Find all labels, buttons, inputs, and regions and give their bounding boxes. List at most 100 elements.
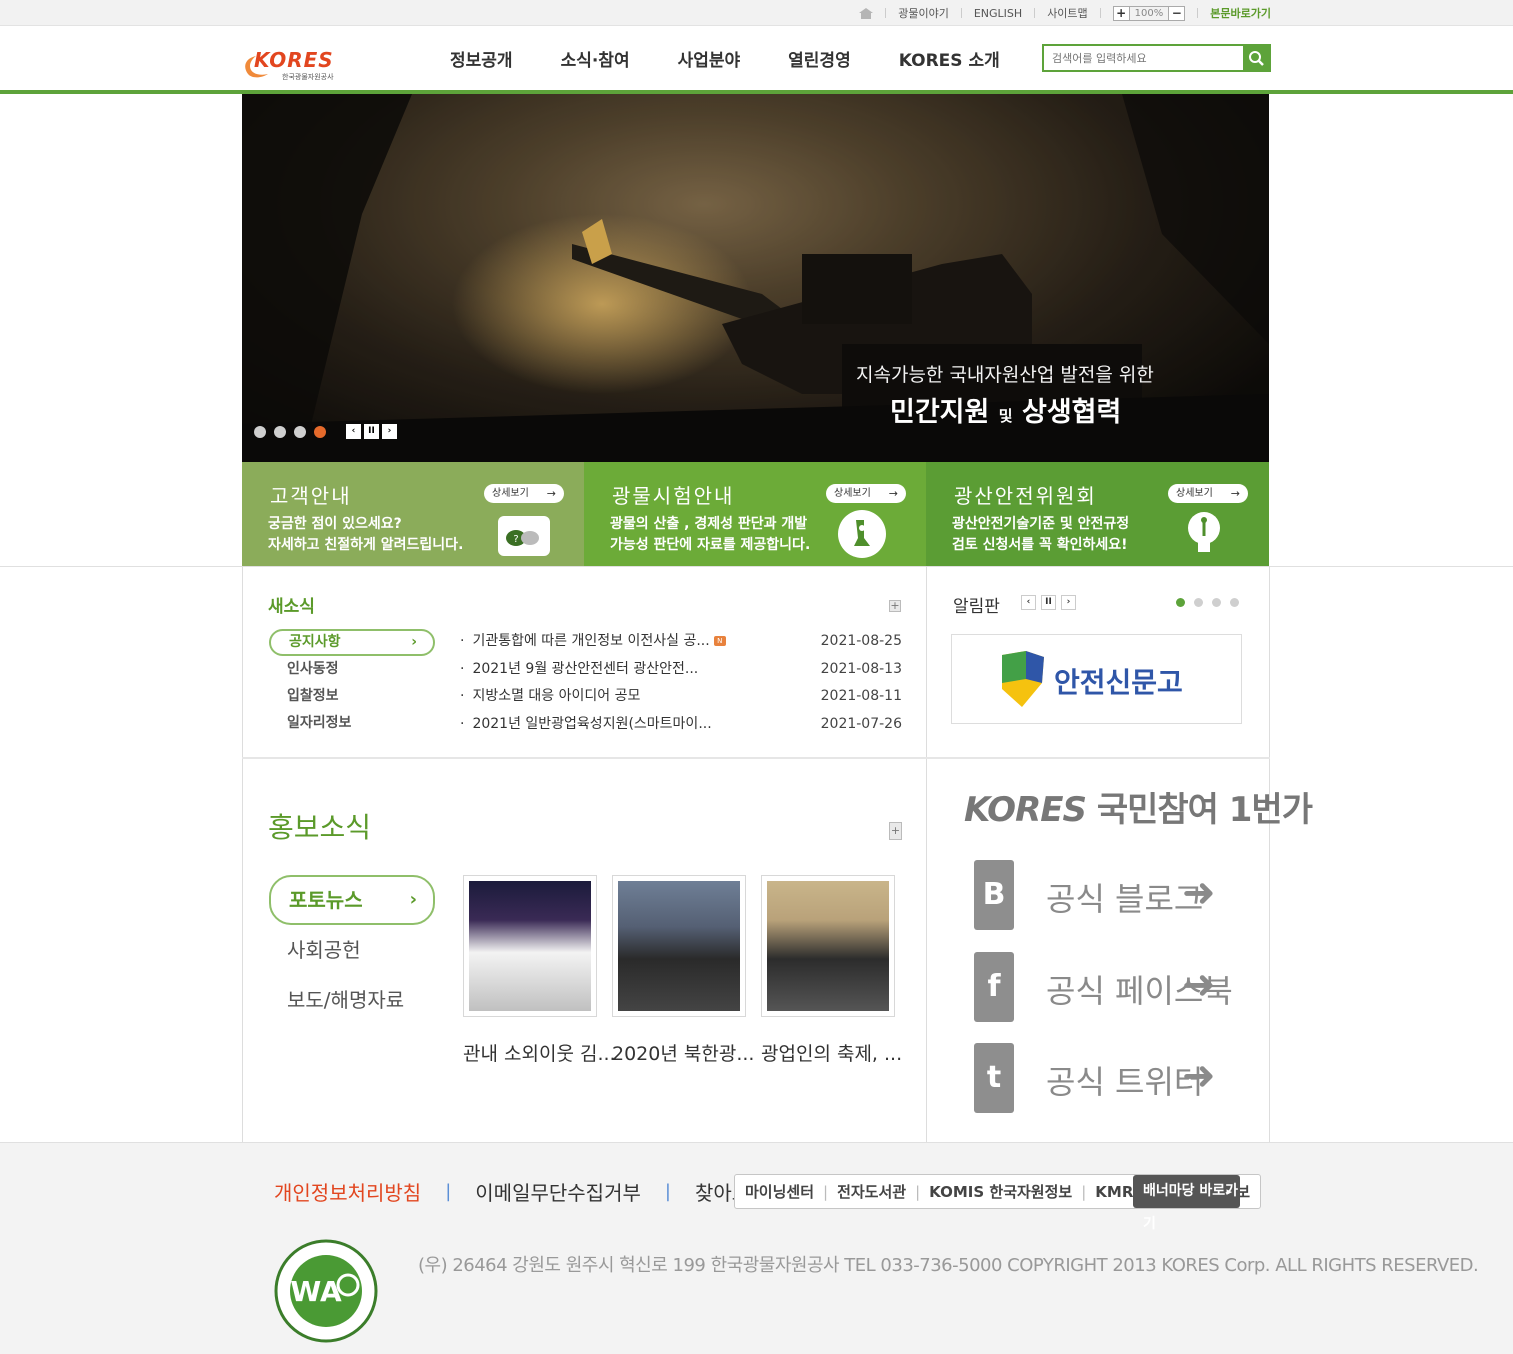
zoom-out-button[interactable]: −: [1168, 5, 1186, 21]
sns-twitter-link[interactable]: t 공식 트위터 ➜: [974, 1043, 1234, 1113]
banner-customer[interactable]: 고객안내 상세보기 궁금한 점이 있으세요?자세하고 친절하게 알려드립니다. …: [242, 462, 584, 566]
banner-plaza-button[interactable]: 배너마당 바로가기: [1133, 1175, 1240, 1232]
photo-caption[interactable]: 광업인의 축제, ...: [761, 1039, 902, 1066]
sns-blog-link[interactable]: B 공식 블로그 ➜: [974, 860, 1234, 930]
sns-label: 공식 트위터: [1046, 1063, 1204, 1101]
facebook-icon: f: [974, 952, 1014, 1022]
notice-next-button[interactable]: ›: [1061, 595, 1076, 610]
search-input[interactable]: [1044, 46, 1240, 70]
arrow-right-icon: ➜: [1182, 1053, 1216, 1099]
zoom-value: 100%: [1129, 5, 1169, 21]
banner-title: 광산안전위원회: [954, 484, 1097, 508]
main-nav: 정보공개 소식·참여 사업분야 열린경영 KORES 소개: [450, 46, 1048, 71]
kores-logo[interactable]: KORES 한국광물자원공사: [242, 48, 342, 82]
list-item[interactable]: 2021년 일반광업육성지원(스마트마이... 2021-07-26: [460, 713, 902, 741]
safety-report-text: 안전신문고: [1054, 666, 1183, 699]
banner-more-button[interactable]: 상세보기: [484, 484, 564, 503]
photo-card[interactable]: 2020년 북한광...: [612, 875, 754, 1066]
photo-thumbnail[interactable]: [761, 875, 895, 1017]
footer-links: 개인정보처리방침 | 이메일무단수집거부 | 찾아오시는길: [274, 1177, 805, 1206]
nav-item-about[interactable]: KORES 소개: [899, 46, 1000, 71]
notice-pagination: [1176, 598, 1248, 607]
nav-item-news[interactable]: 소식·참여: [561, 46, 630, 71]
notice-pause-button[interactable]: II: [1041, 595, 1056, 610]
hero-prev-button[interactable]: ‹: [346, 424, 361, 439]
hero-pagination: ‹ II ›: [254, 424, 397, 439]
lightbulb-icon: [1188, 512, 1220, 552]
banner-title: 광물시험안내: [612, 484, 735, 508]
banner-desc: 광산안전기술기준 및 안전규정 검토 신청서를 꼭 확인하세요!: [952, 516, 1130, 553]
nav-item-disclosure[interactable]: 정보공개: [450, 46, 513, 71]
tab-social-contribution[interactable]: 사회공헌: [269, 925, 435, 975]
news-tabs: 공지사항 인사동정 입찰정보 일자리정보: [269, 629, 435, 737]
nav-item-management[interactable]: 열린경영: [788, 46, 851, 71]
sns-facebook-link[interactable]: f 공식 페이스북 ➜: [974, 952, 1234, 1022]
site-link-komis[interactable]: KOMIS 한국자원정보: [929, 1181, 1072, 1202]
news-item-title[interactable]: 지방소멸 대응 아이디어 공모: [460, 685, 640, 713]
tab-notice[interactable]: 공지사항: [269, 629, 435, 656]
hero-dot-1[interactable]: [254, 425, 266, 438]
svg-text:WA: WA: [290, 1275, 342, 1308]
tab-photo-news[interactable]: 포토뉴스: [269, 875, 435, 925]
sitemap-link[interactable]: 사이트맵: [1047, 5, 1087, 21]
photo-thumbnail[interactable]: [463, 875, 597, 1017]
banner-more-button[interactable]: 상세보기: [1168, 484, 1248, 503]
tab-personnel[interactable]: 인사동정: [269, 656, 435, 683]
sns-section-title: KORES 국민참여 1번가: [964, 790, 1313, 830]
privacy-policy-link[interactable]: 개인정보처리방침: [274, 1177, 421, 1206]
list-item[interactable]: 2021년 9월 광산안전센터 광산안전... 2021-08-13: [460, 658, 902, 686]
photo-thumbnail[interactable]: [612, 875, 746, 1017]
tab-jobs[interactable]: 일자리정보: [269, 710, 435, 737]
site-link-library[interactable]: 전자도서관: [837, 1181, 906, 1202]
photo-card[interactable]: 관내 소외이웃 김...: [463, 875, 616, 1066]
safety-report-banner[interactable]: 안전신문고: [951, 634, 1242, 724]
english-link[interactable]: ENGLISH: [974, 7, 1022, 20]
banner-more-button[interactable]: 상세보기: [826, 484, 906, 503]
hero-dot-2[interactable]: [274, 425, 286, 438]
sns-label: 공식 블로그: [1046, 880, 1204, 918]
skip-to-content-link[interactable]: 본문바로가기: [1210, 5, 1271, 21]
news-item-title[interactable]: 2021년 9월 광산안전센터 광산안전...: [460, 658, 698, 686]
tab-press-release[interactable]: 보도/해명자료: [269, 975, 435, 1025]
site-link-mining-center[interactable]: 마이닝센터: [745, 1181, 814, 1202]
news-item-title[interactable]: 기관통합에 따른 개인정보 이전사실 공...: [472, 633, 709, 649]
story-link[interactable]: 광물이야기: [898, 5, 949, 21]
quick-banners: 고객안내 상세보기 궁금한 점이 있으세요?자세하고 친절하게 알려드립니다. …: [242, 462, 1269, 566]
search-box: [1042, 44, 1271, 72]
photo-news-list: 관내 소외이웃 김... 2020년 북한광... 광업인의 축제, ...: [463, 875, 910, 1066]
footer: 개인정보처리방침 | 이메일무단수집거부 | 찾아오시는길 마이닝센터 | 전자…: [0, 1142, 1513, 1354]
zoom-in-button[interactable]: +: [1112, 5, 1130, 21]
news-item-title[interactable]: 2021년 일반광업육성지원(스마트마이...: [460, 713, 711, 741]
pr-more-plus-icon[interactable]: +: [889, 822, 902, 840]
nav-item-business[interactable]: 사업분야: [678, 46, 741, 71]
news-more-plus-icon[interactable]: +: [889, 600, 901, 612]
list-item[interactable]: 기관통합에 따른 개인정보 이전사실 공... N 2021-08-25: [460, 630, 902, 658]
notice-dot-2[interactable]: [1194, 598, 1203, 607]
tab-bidding[interactable]: 입찰정보: [269, 683, 435, 710]
pr-section-title: 홍보소식: [268, 811, 372, 844]
hero-dot-4[interactable]: [314, 425, 326, 438]
photo-card[interactable]: 광업인의 축제, ...: [761, 875, 902, 1066]
twitter-icon: t: [974, 1043, 1014, 1113]
notice-prev-button[interactable]: ‹: [1021, 595, 1036, 610]
home-icon[interactable]: [859, 7, 874, 19]
photo-caption[interactable]: 관내 소외이웃 김...: [463, 1039, 616, 1066]
search-button[interactable]: [1243, 46, 1269, 70]
banner-mine-safety[interactable]: 광산안전위원회 상세보기 광산안전기술기준 및 안전규정검토 신청서를 꼭 확인…: [926, 462, 1269, 566]
list-item[interactable]: 지방소멸 대응 아이디어 공모 2021-08-11: [460, 685, 902, 713]
hero-caption-line1: 지속가능한 국내자원산업 발전을 위한: [856, 364, 1154, 386]
news-item-date: 2021-08-25: [820, 633, 902, 649]
notice-dot-1[interactable]: [1176, 598, 1185, 607]
banner-mineral-test[interactable]: 광물시험안내 상세보기 광물의 산출 , 경제성 판단과 개발가능성 판단에 자…: [584, 462, 926, 566]
email-refuse-link[interactable]: 이메일무단수집거부: [475, 1177, 641, 1206]
notice-dot-3[interactable]: [1212, 598, 1221, 607]
hero-slider: 지속가능한 국내자원산업 발전을 위한 민간지원 및 상생협력 ‹ II ›: [242, 94, 1269, 462]
microscope-icon: [838, 510, 886, 558]
hero-dot-3[interactable]: [294, 425, 306, 438]
pr-tabs: 포토뉴스 사회공헌 보도/해명자료: [269, 875, 435, 1025]
hero-pause-button[interactable]: II: [364, 424, 379, 439]
banner-title: 고객안내: [270, 484, 352, 508]
hero-next-button[interactable]: ›: [382, 424, 397, 439]
notice-dot-4[interactable]: [1230, 598, 1239, 607]
photo-caption[interactable]: 2020년 북한광...: [612, 1039, 754, 1066]
